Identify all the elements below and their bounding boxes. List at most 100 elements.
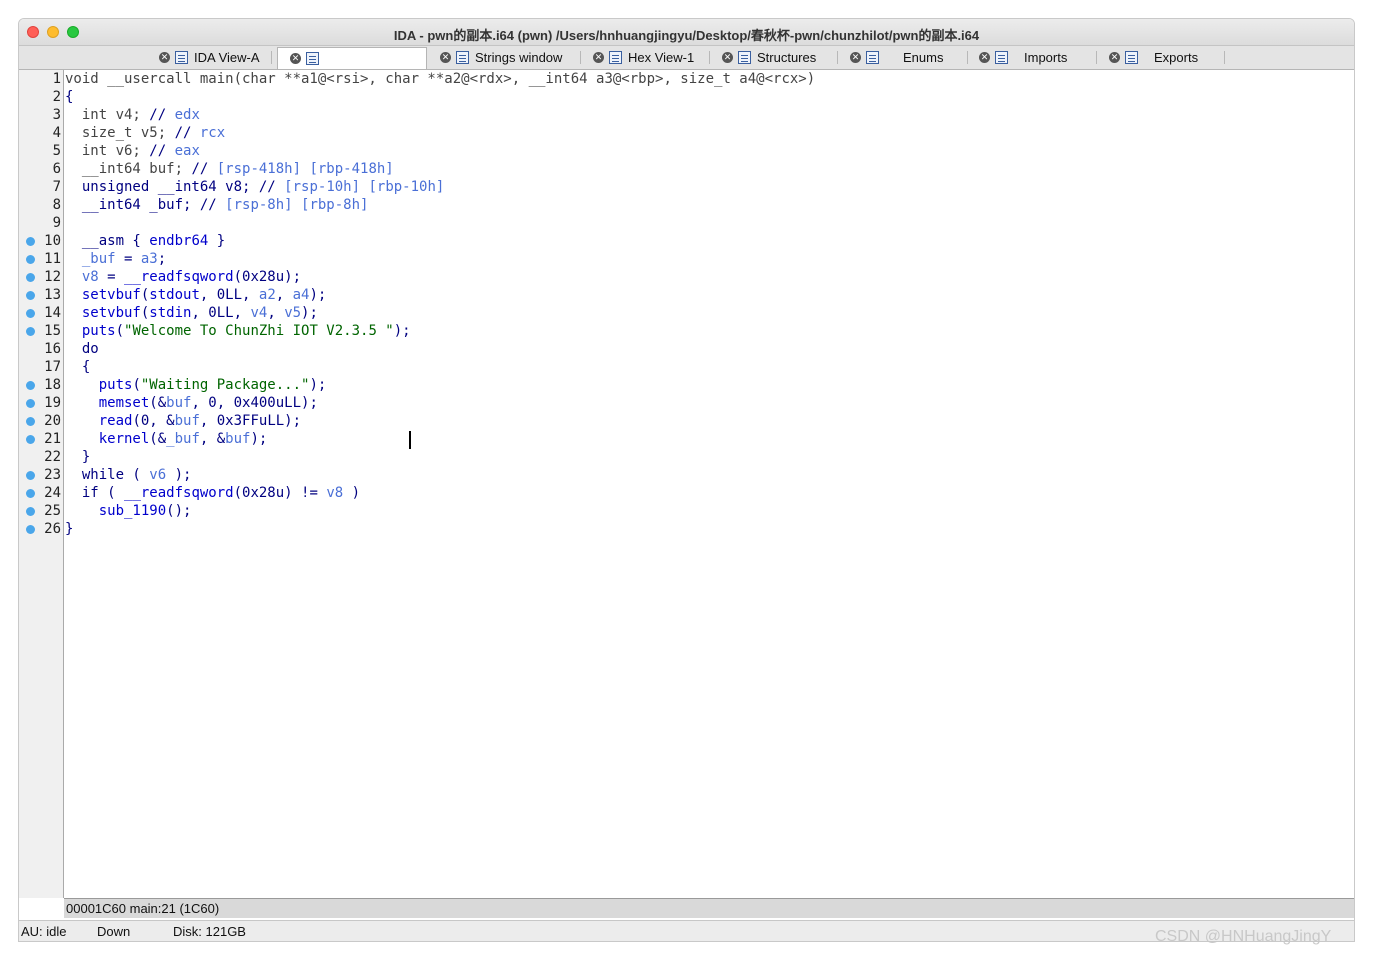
strings-icon [456,51,469,64]
line-number: 7 [52,179,61,195]
code-line[interactable]: 2{ [19,88,1354,106]
tab-separator [967,51,968,64]
imports-icon [995,51,1008,64]
code-line[interactable]: 13 setvbuf(stdout, 0LL, a2, a4); [19,286,1354,304]
code-line[interactable]: 14 setvbuf(stdin, 0LL, v4, v5); [19,304,1354,322]
code-text[interactable]: } [65,520,73,538]
code-line[interactable]: 9 [19,214,1354,232]
code-line[interactable]: 10 __asm { endbr64 } [19,232,1354,250]
code-token: memset [65,395,150,411]
code-line[interactable]: 16 do [19,340,1354,358]
code-line[interactable]: 22 } [19,448,1354,466]
code-token: __readfsqword [124,269,234,285]
code-line[interactable]: 12 v8 = __readfsqword(0x28u); [19,268,1354,286]
close-tab-icon[interactable]: ✕ [1109,52,1120,63]
tab-imports[interactable]: ✕ Imports [979,47,1067,68]
code-token: ( [115,323,125,339]
code-text[interactable]: v8 = __readfsqword(0x28u); [65,268,301,286]
code-text[interactable]: puts("Welcome To ChunZhi IOT V2.3.5 "); [65,322,411,340]
code-line[interactable]: 6 __int64 buf; // [rsp-418h] [rbp-418h] [19,160,1354,178]
code-text[interactable]: size_t v5; // rcx [65,124,225,142]
code-token: do [65,341,99,357]
code-text[interactable]: { [65,358,90,376]
line-number: 5 [52,143,61,159]
code-text[interactable]: unsigned __int64 v8; // [rsp-10h] [rbp-1… [65,178,444,196]
code-line[interactable]: 4 size_t v5; // rcx [19,124,1354,142]
close-tab-icon[interactable]: ✕ [290,53,301,64]
code-text[interactable]: int v4; // edx [65,106,200,124]
line-number: 13 [44,287,61,303]
code-line[interactable]: 23 while ( v6 ); [19,466,1354,484]
line-number: 26 [44,521,61,537]
tab-pseudocode-a[interactable]: ✕ [277,47,427,69]
line-number: 2 [52,89,61,105]
code-line[interactable]: 17 { [19,358,1354,376]
code-token: (0x28u) != [233,485,327,501]
line-number: 1 [52,71,61,87]
code-line[interactable]: 5 int v6; // eax [19,142,1354,160]
code-text[interactable]: memset(&buf, 0, 0x400uLL); [65,394,318,412]
code-text[interactable]: __int64 _buf; // [rsp-8h] [rbp-8h] [65,196,369,214]
code-token: v8 [326,485,344,501]
close-tab-icon[interactable]: ✕ [440,52,451,63]
code-text[interactable]: int v6; // eax [65,142,200,160]
code-line[interactable]: 26} [19,520,1354,538]
tab-structures[interactable]: ✕ Structures [722,47,816,68]
code-line[interactable]: 18 puts("Waiting Package..."); [19,376,1354,394]
code-text[interactable]: { [65,88,73,106]
structures-icon [738,51,751,64]
code-token: while ( [65,467,150,483]
code-text[interactable]: setvbuf(stdout, 0LL, a2, a4); [65,286,326,304]
exports-icon [1125,51,1138,64]
code-text[interactable]: while ( v6 ); [65,466,192,484]
ida-window: IDA - pwn的副本.i64 (pwn) /Users/hnhuangjin… [18,18,1355,942]
code-text[interactable]: read(0, &buf, 0x3FFuLL); [65,412,301,430]
line-number: 17 [44,359,61,375]
tab-bar: ✕ IDA View-A ✕ ✕ Strings window ✕ Hex Vi… [19,46,1354,70]
code-line[interactable]: 20 read(0, &buf, 0x3FFuLL); [19,412,1354,430]
code-text[interactable]: } [65,448,90,466]
close-tab-icon[interactable]: ✕ [593,52,604,63]
tab-exports[interactable]: ✕ Exports [1109,47,1198,68]
code-text[interactable]: __asm { endbr64 } [65,232,225,250]
code-token: a4 [292,287,310,303]
code-line[interactable]: 15 puts("Welcome To ChunZhi IOT V2.3.5 "… [19,322,1354,340]
code-token: setvbuf [65,287,141,303]
tab-hex-view-1[interactable]: ✕ Hex View-1 [593,47,694,68]
code-line[interactable]: 1 void __usercall main(char **a1@<rsi>, c… [19,70,1354,88]
code-line[interactable]: 8 __int64 _buf; // [rsp-8h] [rbp-8h] [19,196,1354,214]
code-line[interactable]: 3 int v4; // edx [19,106,1354,124]
code-line[interactable]: 19 memset(&buf, 0, 0x400uLL); [19,394,1354,412]
close-tab-icon[interactable]: ✕ [979,52,990,63]
pseudocode-view[interactable]: 1 void __usercall main(char **a1@<rsi>, c… [19,70,1354,898]
close-tab-icon[interactable]: ✕ [722,52,733,63]
code-text[interactable]: void __usercall main(char **a1@<rsi>, ch… [65,70,815,88]
code-text[interactable]: puts("Waiting Package..."); [65,376,327,394]
tab-strings-window[interactable]: ✕ Strings window [440,47,562,68]
code-line[interactable]: 7 unsigned __int64 v8; // [rsp-10h] [rbp… [19,178,1354,196]
code-token: (& [149,395,167,411]
code-text[interactable]: kernel(&_buf, &buf); [65,430,268,448]
code-line[interactable]: 11 _buf = a3; [19,250,1354,268]
code-line[interactable]: 25 sub_1190(); [19,502,1354,520]
line-number: 23 [44,467,61,483]
code-text[interactable]: do [65,340,99,358]
code-text[interactable]: _buf = a3; [65,250,166,268]
code-token: ) [343,485,361,501]
tab-ida-view-a[interactable]: ✕ IDA View-A [159,47,260,68]
code-token: "Welcome To ChunZhi IOT V2.3.5 " [124,323,394,339]
code-text[interactable]: __int64 buf; // [rsp-418h] [rbp-418h] [65,160,394,178]
close-tab-icon[interactable]: ✕ [159,52,170,63]
line-number: 9 [52,215,61,231]
line-number: 11 [44,251,61,267]
code-token: v6 [149,467,167,483]
code-token: puts [65,323,116,339]
code-line[interactable]: 21 kernel(&_buf, &buf); [19,430,1354,448]
code-text[interactable]: if ( __readfsqword(0x28u) != v8 ) [65,484,360,502]
close-tab-icon[interactable]: ✕ [850,52,861,63]
tab-enums[interactable]: ✕ Enums [850,47,943,68]
line-number: 15 [44,323,61,339]
code-line[interactable]: 24 if ( __readfsqword(0x28u) != v8 ) [19,484,1354,502]
code-text[interactable]: sub_1190(); [65,502,192,520]
code-text[interactable]: setvbuf(stdin, 0LL, v4, v5); [65,304,318,322]
